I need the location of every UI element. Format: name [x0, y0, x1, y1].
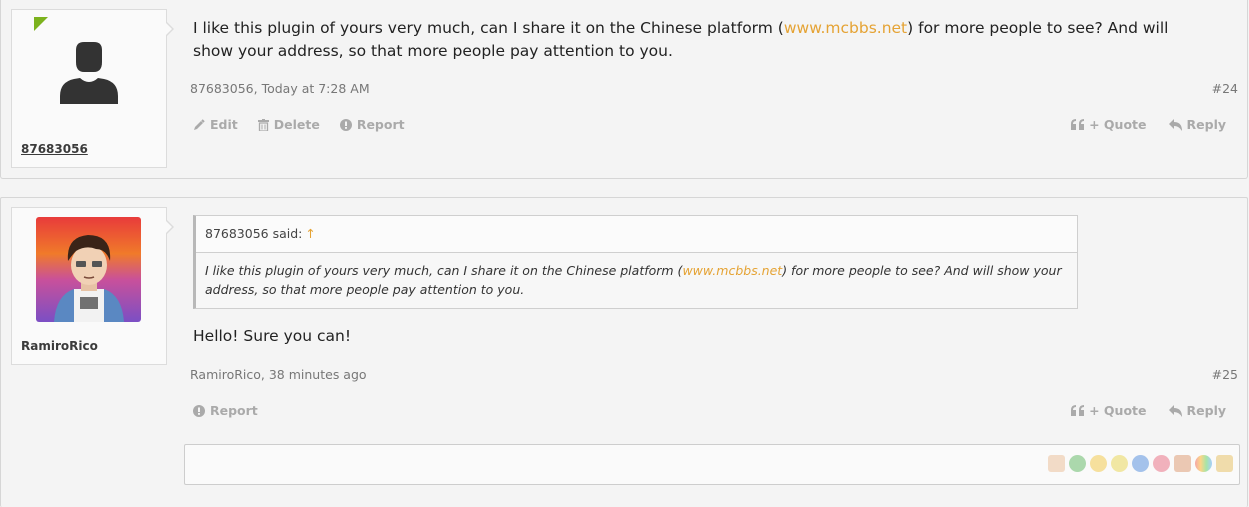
- post-actions-left: Report: [193, 403, 278, 418]
- card-arrow: [166, 220, 174, 234]
- trash-icon: [257, 118, 269, 131]
- go-to-quote-arrow-icon[interactable]: ↑: [305, 226, 315, 241]
- username-link[interactable]: 87683056: [21, 142, 88, 156]
- user-avatar[interactable]: [36, 217, 141, 322]
- delete-button[interactable]: Delete: [257, 117, 320, 132]
- default-avatar-icon[interactable]: [58, 42, 120, 104]
- report-button[interactable]: Report: [339, 117, 405, 132]
- report-icon: [339, 118, 352, 131]
- quote-body: I like this plugin of yours very much, c…: [205, 263, 1062, 297]
- quote-button[interactable]: + Quote: [1071, 403, 1147, 418]
- pencil-icon: [194, 118, 205, 130]
- edit-button[interactable]: Edit: [193, 117, 238, 132]
- pencil-icon[interactable]: [1216, 455, 1233, 472]
- avatar-image-icon: [36, 217, 141, 322]
- quote-icon: [1071, 119, 1085, 130]
- thumbs-up-icon[interactable]: [1048, 455, 1065, 472]
- info-icon[interactable]: [1132, 455, 1149, 472]
- post-meta[interactable]: RamiroRico, 38 minutes ago: [190, 367, 367, 382]
- mcbbs-link[interactable]: www.mcbbs.net: [784, 19, 907, 37]
- mcbbs-link[interactable]: www.mcbbs.net: [682, 263, 782, 278]
- post-24: 87683056 I like this plugin of yours ver…: [0, 0, 1248, 179]
- check-icon[interactable]: [1069, 455, 1086, 472]
- reply-button[interactable]: Reply: [1168, 117, 1226, 132]
- post-actions-right: + Quote Reply: [1049, 117, 1226, 132]
- message-body: Hello! Sure you can!: [193, 327, 352, 345]
- post-number-link[interactable]: #24: [1212, 81, 1238, 96]
- reply-button[interactable]: Reply: [1168, 403, 1226, 418]
- report-button[interactable]: Report: [193, 403, 258, 418]
- star-icon[interactable]: [1111, 455, 1128, 472]
- rainbow-icon[interactable]: [1195, 455, 1212, 472]
- reply-icon: [1168, 118, 1182, 131]
- quote-button[interactable]: + Quote: [1071, 117, 1147, 132]
- report-icon: [193, 404, 205, 417]
- user-card: RamiroRico: [11, 207, 174, 365]
- card-arrow: [166, 22, 174, 36]
- online-indicator-icon: [34, 17, 48, 31]
- reply-editor[interactable]: [184, 444, 1240, 485]
- reply-icon: [1168, 404, 1182, 417]
- post-actions-left: Edit Delete Report: [193, 117, 425, 132]
- post-actions-right: + Quote Reply: [1049, 403, 1226, 418]
- quote-author: 87683056 said:: [205, 226, 303, 241]
- quote-header: 87683056 said: ↑: [196, 216, 1077, 253]
- post-25: RamiroRico 87683056 said: ↑ I like this p…: [0, 197, 1248, 507]
- username-link[interactable]: RamiroRico: [21, 339, 98, 353]
- wrench-icon[interactable]: [1174, 455, 1191, 472]
- message-body: I like this plugin of yours very much, c…: [193, 19, 1169, 60]
- emoji-toolbar: [1044, 455, 1233, 472]
- smile-icon[interactable]: [1090, 455, 1107, 472]
- user-card: 87683056: [11, 9, 174, 168]
- quote-icon: [1071, 405, 1085, 416]
- quote-block: 87683056 said: ↑ I like this plugin of yo…: [193, 215, 1078, 309]
- post-number-link[interactable]: #25: [1212, 367, 1238, 382]
- post-meta[interactable]: 87683056, Today at 7:28 AM: [190, 81, 370, 96]
- heart-icon[interactable]: [1153, 455, 1170, 472]
